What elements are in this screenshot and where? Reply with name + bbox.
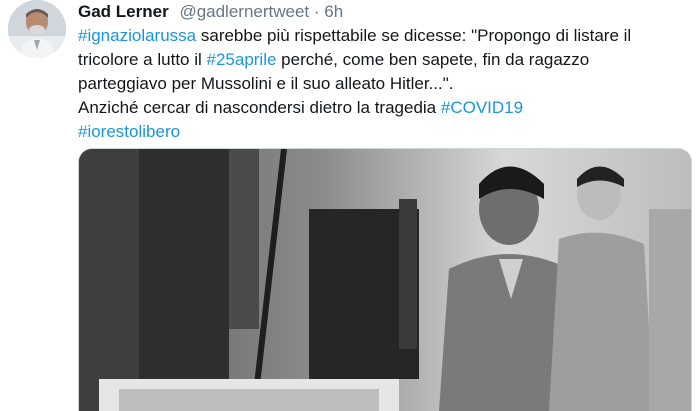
tweet-header: Gad Lerner @gadlernertweet · 6h	[78, 2, 343, 22]
separator-dot: ·	[313, 2, 320, 21]
tweet-text-line: #ignaziolarussa sarebbe più rispettabile…	[78, 24, 690, 48]
tweet-text-segment: sarebbe più rispettabile se dicesse: "Pr…	[196, 26, 632, 45]
author-avatar[interactable]	[8, 0, 66, 58]
author-name[interactable]: Gad Lerner	[78, 2, 169, 21]
hashtag-link[interactable]: #iorestolibero	[78, 122, 180, 141]
news-photo-image	[79, 149, 691, 411]
tweet-text-segment: tricolore a lutto il	[78, 50, 207, 69]
tweet-text-line: Anziché cercar di nascondersi dietro la …	[78, 96, 690, 120]
tweet-text-segment: perché, come ben sapete, fin da ragazzo	[276, 50, 590, 69]
hashtag-link[interactable]: #COVID19	[441, 98, 523, 117]
hashtag-link[interactable]: #ignaziolarussa	[78, 26, 196, 45]
tweet-text-line: parteggiavo per Mussolini e il suo allea…	[78, 72, 690, 96]
tweet-text: #ignaziolarussa sarebbe più rispettabile…	[78, 24, 690, 144]
tweet-text-segment: parteggiavo per Mussolini e il suo allea…	[78, 74, 454, 93]
hashtag-link[interactable]: #25aprile	[207, 50, 277, 69]
tweet: Gad Lerner @gadlernertweet · 6h #ignazio…	[0, 0, 700, 411]
tweet-media-photo[interactable]	[78, 148, 692, 411]
author-handle[interactable]: @gadlernertweet	[179, 2, 309, 21]
tweet-text-segment: Anziché cercar di nascondersi dietro la …	[78, 98, 441, 117]
tweet-timestamp[interactable]: 6h	[324, 2, 343, 21]
tweet-text-line: tricolore a lutto il #25aprile perché, c…	[78, 48, 690, 72]
tweet-text-line: #iorestolibero	[78, 120, 690, 144]
avatar-photo-icon	[8, 0, 66, 58]
